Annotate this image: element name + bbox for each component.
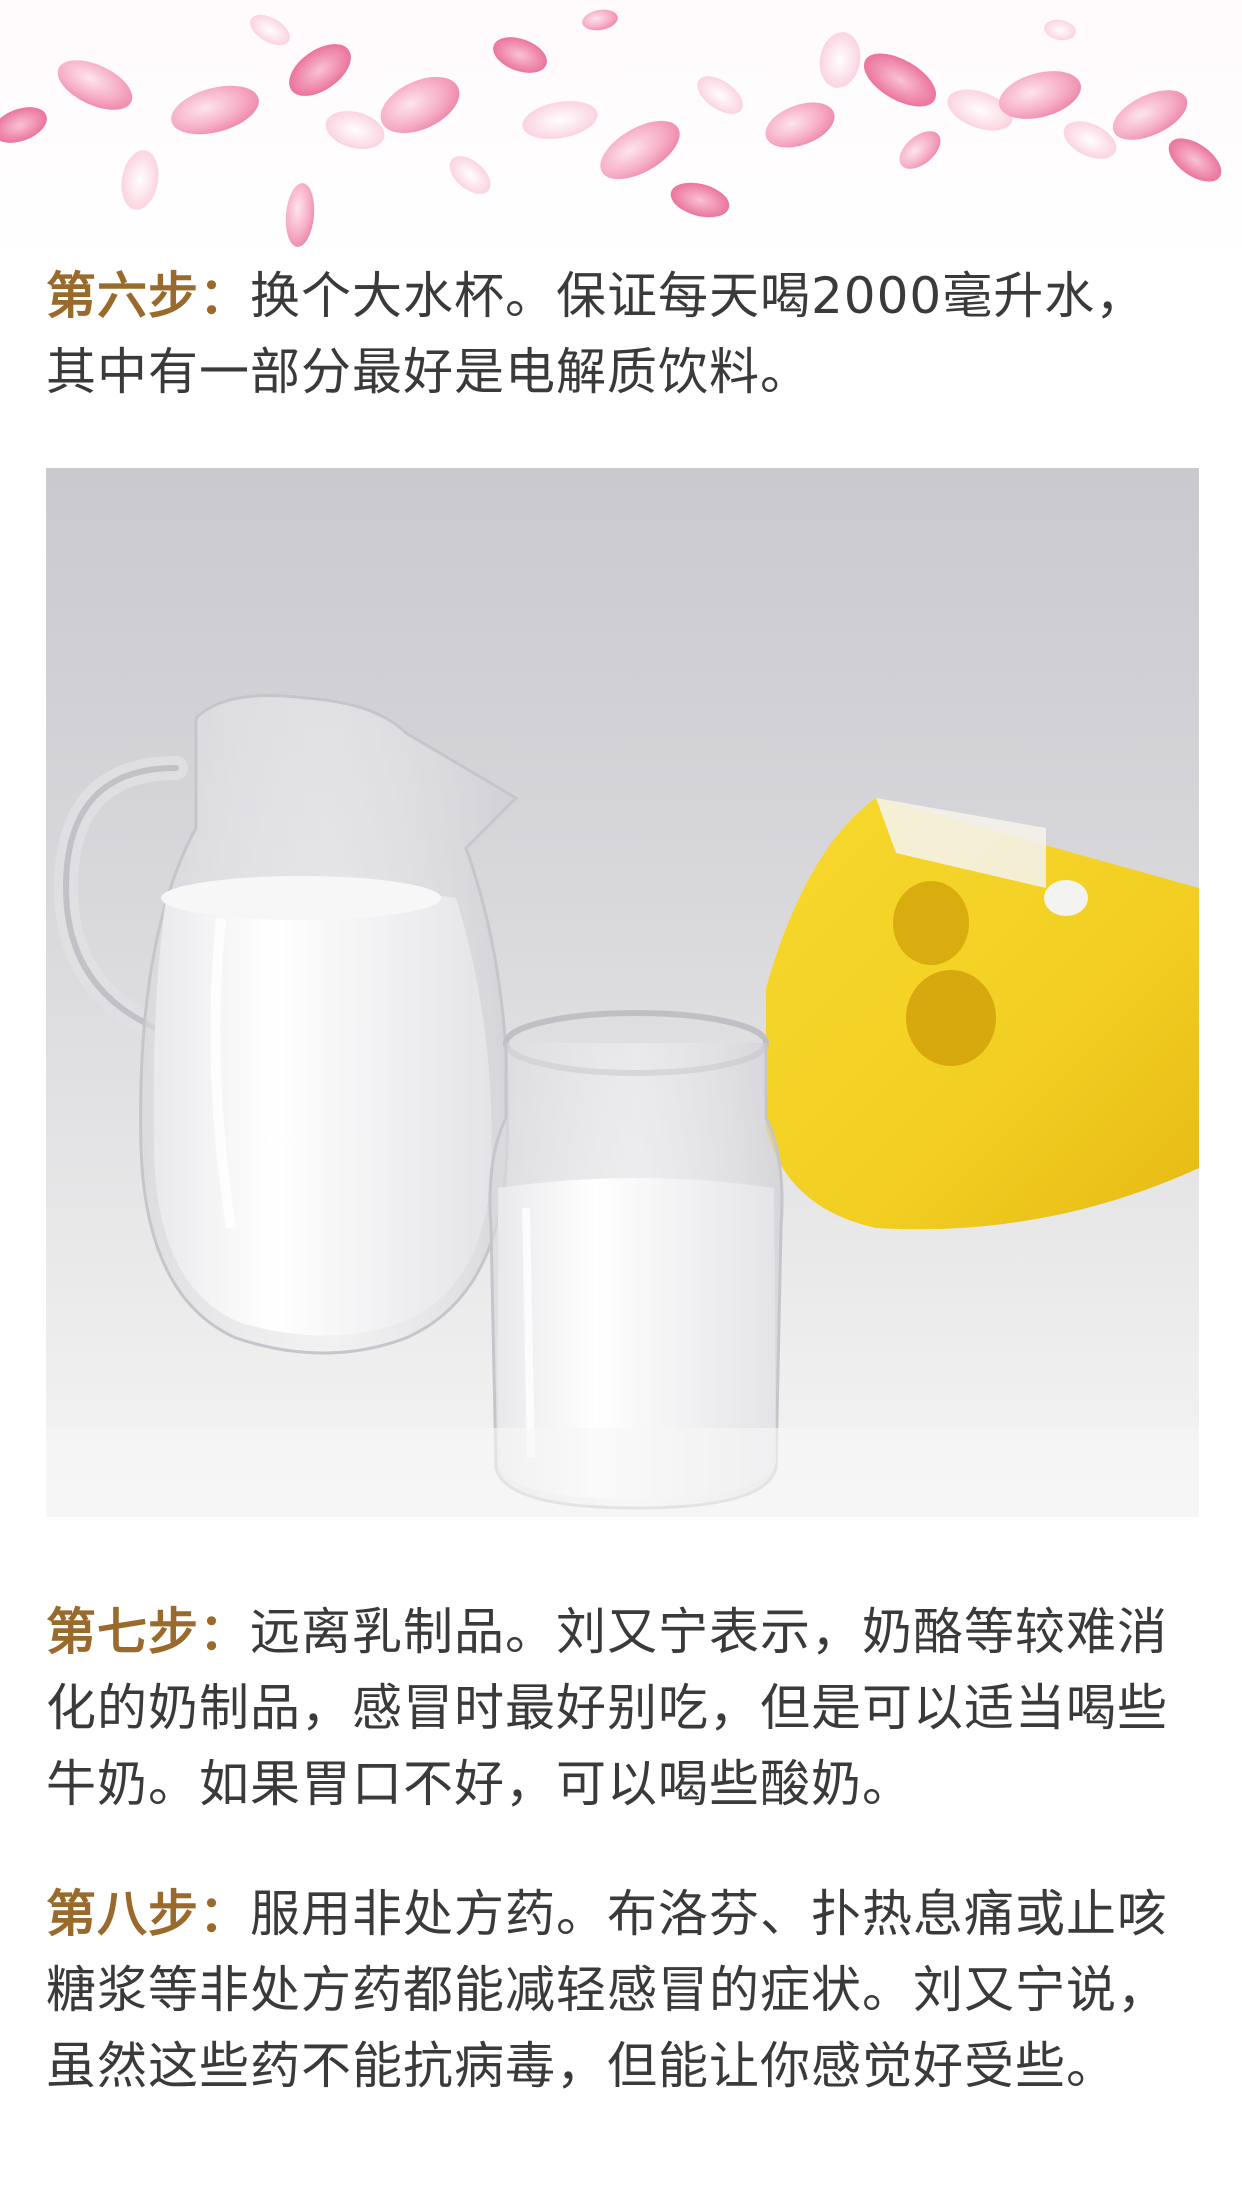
milk-cheese-photo: [46, 468, 1199, 1517]
petal-decoration-graphic: [0, 9, 1222, 247]
petal-banner-decoration: [0, 0, 1242, 270]
step-six-label: 第六步：: [46, 267, 250, 325]
milk-cheese-illustration: [46, 468, 1199, 1517]
step-six-paragraph: 第六步：换个大水杯。保证每天喝2000毫升水，其中有一部分最好是电解质饮料。: [46, 258, 1196, 410]
step-seven-label: 第七步：: [46, 1603, 250, 1661]
step-eight-label: 第八步：: [46, 1885, 250, 1943]
step-seven-paragraph: 第七步：远离乳制品。刘又宁表示，奶酪等较难消化的奶制品，感冒时最好别吃，但是可以…: [46, 1594, 1196, 1822]
step-eight-paragraph: 第八步：服用非处方药。布洛芬、扑热息痛或止咳糖浆等非处方药都能减轻感冒的症状。刘…: [46, 1876, 1196, 2104]
